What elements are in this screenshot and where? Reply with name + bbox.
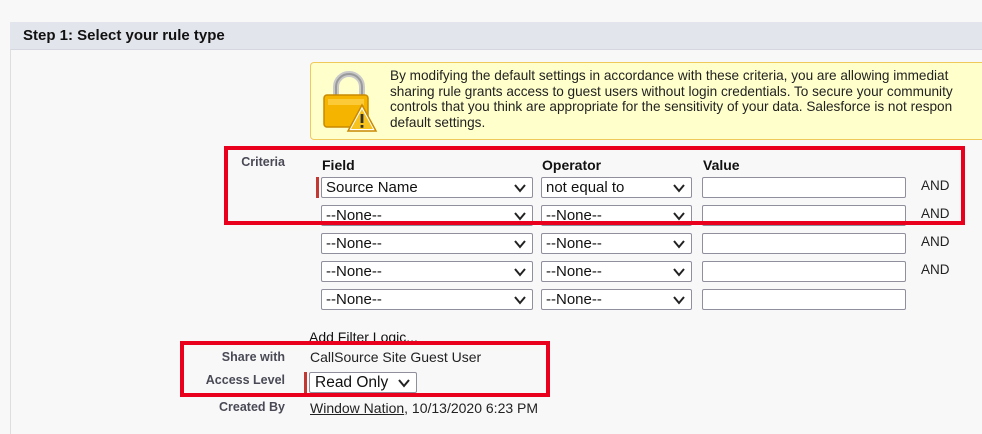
- step-header: Step 1: Select your rule type: [10, 22, 982, 50]
- chevron-down-icon: [514, 296, 526, 305]
- created-timestamp: , 10/13/2020 6:23 PM: [404, 400, 539, 416]
- creator-link[interactable]: Window Nation: [310, 400, 404, 416]
- chevron-down-icon: [673, 296, 685, 305]
- lock-warning-icon: [323, 71, 378, 132]
- and-conjunction: AND: [921, 262, 950, 277]
- filter-field-select-3[interactable]: --None--: [321, 233, 533, 254]
- filter-field-select-4[interactable]: --None--: [321, 261, 533, 282]
- select-value: --None--: [326, 291, 382, 308]
- chevron-down-icon: [514, 240, 526, 249]
- share-access-highlight-box: [180, 341, 550, 397]
- filter-operator-select-5[interactable]: --None--: [541, 289, 692, 310]
- top-strip: [0, 0, 982, 22]
- filter-value-input-5[interactable]: [702, 289, 906, 310]
- select-value: --None--: [326, 235, 382, 252]
- select-value: --None--: [326, 263, 382, 280]
- select-value: --None--: [546, 291, 602, 308]
- guest-access-warning: By modifying the default settings in acc…: [310, 62, 982, 140]
- filter-operator-select-3[interactable]: --None--: [541, 233, 692, 254]
- filter-value-input-3[interactable]: [702, 233, 906, 254]
- select-value: --None--: [546, 263, 602, 280]
- select-value: --None--: [546, 235, 602, 252]
- criteria-highlight-box: [224, 146, 965, 225]
- warning-text: By modifying the default settings in acc…: [390, 68, 982, 130]
- warning-line: By modifying the default settings in acc…: [390, 68, 949, 83]
- chevron-down-icon: [673, 240, 685, 249]
- created-by-label: Created By: [219, 400, 285, 414]
- chevron-down-icon: [514, 268, 526, 277]
- filter-value-input-4[interactable]: [702, 261, 906, 282]
- warning-line: default settings.: [390, 114, 486, 130]
- filter-field-select-5[interactable]: --None--: [321, 289, 533, 310]
- warning-line: sharing rule grants access to guest user…: [390, 83, 953, 99]
- chevron-down-icon: [673, 268, 685, 277]
- step-title: Step 1: Select your rule type: [23, 27, 225, 44]
- filter-operator-select-4[interactable]: --None--: [541, 261, 692, 282]
- warning-line: controls that you think are appropriate …: [390, 99, 953, 115]
- created-by-value: Window Nation, 10/13/2020 6:23 PM: [310, 400, 538, 416]
- section-divider: [10, 49, 11, 434]
- and-conjunction: AND: [921, 234, 950, 249]
